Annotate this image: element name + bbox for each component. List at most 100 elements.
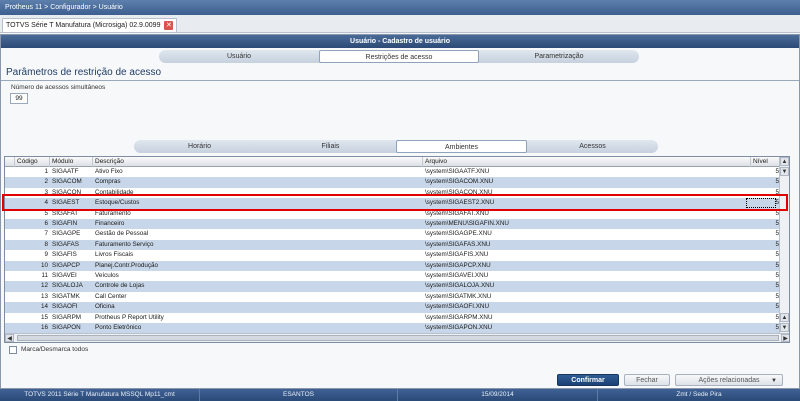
tab-horario[interactable]: Horário	[134, 140, 265, 153]
toggle-all-checkbox[interactable]	[9, 346, 17, 354]
table-row[interactable]: 13 SIGATMK Call Center \system\SIGATMK.XNU 5	[5, 291, 781, 303]
table-row[interactable]: 6 SIGAFIN Financeiro \system\MENU\SIGAFIN.X…	[5, 219, 781, 230]
table-row[interactable]: 15 SIGARPM Protheus P Report Utility \syste…	[5, 312, 781, 323]
header-descricao[interactable]: Descrição	[93, 157, 423, 167]
cell-arquivo[interactable]: \system\SIGAFIS.XNU	[423, 250, 751, 260]
cell-modulo[interactable]: SIGAFIS	[50, 250, 93, 260]
cell-modulo[interactable]: SIGAOFI	[50, 302, 93, 312]
cell-descricao[interactable]: Gestão de Pessoal	[93, 229, 423, 239]
table-row[interactable]: 1 SIGAATF Ativo Fixo \system\SIGAATF.XNU 5	[5, 167, 781, 178]
cell-arquivo[interactable]: \system\SIGALOJA.XNU	[423, 281, 751, 291]
cell-codigo[interactable]: 1	[15, 167, 50, 177]
cell-codigo[interactable]: 6	[15, 219, 50, 229]
table-row[interactable]: 9 SIGAFIS Livros Fiscais \system\SIGAFIS.XN…	[5, 250, 781, 261]
cell-arquivo[interactable]: \system\SIGATMK.XNU	[423, 292, 751, 302]
header-codigo[interactable]: Código	[15, 157, 50, 167]
cell-arquivo[interactable]: \system\SIGAGPE.XNU	[423, 229, 751, 239]
cell-nivel[interactable]: 5	[751, 219, 781, 229]
scroll-down-icon[interactable]: ▼	[780, 167, 789, 176]
cell-codigo[interactable]: 8	[15, 240, 50, 250]
cell-modulo[interactable]: SIGATMK	[50, 292, 93, 302]
scroll-thumb[interactable]	[17, 335, 779, 341]
vertical-scrollbar[interactable]: ▲ ▼ ▲ ▼	[779, 157, 789, 334]
tab-filiais[interactable]: Filiais	[265, 140, 396, 153]
scroll-left-icon[interactable]: ◀	[5, 334, 14, 342]
header-nivel[interactable]: Nível	[751, 157, 781, 167]
related-actions-button[interactable]: Ações relacionadas ▼	[675, 374, 783, 386]
cell-arquivo[interactable]: \system\SIGAFAS.XNU	[423, 240, 751, 250]
cell-nivel[interactable]: 5	[751, 292, 781, 302]
scroll-down-icon[interactable]: ▼	[780, 323, 789, 332]
table-row[interactable]: 2 SIGACOM Compras \system\SIGACOM.XNU 5	[5, 177, 781, 188]
scroll-up-icon[interactable]: ▲	[780, 157, 789, 166]
cell-nivel[interactable]: 5	[751, 177, 781, 187]
simultaneous-access-input[interactable]: 99	[10, 93, 28, 104]
table-row[interactable]: 7 SIGAGPE Gestão de Pessoal \system\SIGAGPE…	[5, 229, 781, 240]
tab-restricoes-de-acesso[interactable]: Restrições de acesso	[319, 50, 479, 63]
cell-arquivo[interactable]: \system\SIGAOFI.XNU	[423, 302, 751, 312]
cell-modulo[interactable]: SIGARPM	[50, 313, 93, 323]
tab-usuario[interactable]: Usuário	[159, 50, 319, 63]
cell-nivel[interactable]: 5	[751, 313, 781, 323]
table-row[interactable]: 8 SIGAFAS Faturamento Serviço \system\SIGAF…	[5, 239, 781, 251]
tab-acessos[interactable]: Acessos	[527, 140, 658, 153]
table-row[interactable]: 12 SIGALOJA Controle de Lojas \system\SIGAL…	[5, 281, 781, 292]
cell-modulo[interactable]: SIGAATF	[50, 167, 93, 177]
table-row[interactable]: 16 SIGAPON Ponto Eletrônico \system\SIGAPON…	[5, 323, 781, 334]
header-modulo[interactable]: Módulo	[50, 157, 93, 167]
cell-modulo[interactable]: SIGAPCP	[50, 261, 93, 271]
close-icon[interactable]: ✕	[164, 20, 174, 30]
header-arquivo[interactable]: Arquivo	[423, 157, 751, 167]
cell-nivel[interactable]: 5	[751, 261, 781, 271]
cell-modulo[interactable]: SIGAFAS	[50, 240, 93, 250]
cell-modulo[interactable]: SIGAFIN	[50, 219, 93, 229]
document-tab[interactable]: TOTVS Série T Manufatura (Microsiga) 02.…	[2, 18, 178, 32]
cell-codigo[interactable]: 7	[15, 229, 50, 239]
cell-modulo[interactable]: SIGALOJA	[50, 281, 93, 291]
table-row[interactable]: 14 SIGAOFI Oficina \system\SIGAOFI.XNU 5	[5, 302, 781, 313]
cell-arquivo[interactable]: \system\SIGACOM.XNU	[423, 177, 751, 187]
cell-nivel[interactable]: 5	[751, 167, 781, 177]
cell-descricao[interactable]: Call Center	[93, 292, 423, 302]
confirm-button[interactable]: Confirmar	[557, 374, 619, 386]
cell-nivel[interactable]: 5	[751, 302, 781, 312]
cell-codigo[interactable]: 13	[15, 292, 50, 302]
cell-nivel[interactable]: 5	[751, 323, 781, 333]
cell-arquivo[interactable]: \system\MENU\SIGAFIN.XNU	[423, 219, 751, 229]
table-row[interactable]: 10 SIGAPCP Planej.Contr.Produção \system\SI…	[5, 260, 781, 271]
cell-descricao[interactable]: Compras	[93, 177, 423, 187]
cell-modulo[interactable]: SIGAVEI	[50, 271, 93, 281]
cell-descricao[interactable]: Financeiro	[93, 219, 423, 229]
cell-nivel[interactable]: 5	[751, 240, 781, 250]
cell-arquivo[interactable]: \system\SIGAATF.XNU	[423, 167, 751, 177]
cell-descricao[interactable]: Planej.Contr.Produção	[93, 261, 423, 271]
cell-arquivo[interactable]: \system\SIGARPM.XNU	[423, 313, 751, 323]
cell-nivel[interactable]: 5	[751, 281, 781, 291]
cell-descricao[interactable]: Veículos	[93, 271, 423, 281]
cell-codigo[interactable]: 12	[15, 281, 50, 291]
cell-modulo[interactable]: SIGAGPE	[50, 229, 93, 239]
cell-descricao[interactable]: Oficina	[93, 302, 423, 312]
cell-descricao[interactable]: Livros Fiscais	[93, 250, 423, 260]
cell-codigo[interactable]: 2	[15, 177, 50, 187]
environments-grid[interactable]: Código Módulo Descrição Arquivo Nível 1S…	[4, 156, 790, 343]
cell-codigo[interactable]: 14	[15, 302, 50, 312]
cell-descricao[interactable]: Faturamento Serviço	[93, 240, 423, 250]
close-button[interactable]: Fechar	[624, 374, 670, 386]
cell-descricao[interactable]: Ativo Fixo	[93, 167, 423, 177]
cell-descricao[interactable]: Ponto Eletrônico	[93, 323, 423, 333]
cell-codigo[interactable]: 11	[15, 271, 50, 281]
cell-codigo[interactable]: 16	[15, 323, 50, 333]
cell-codigo[interactable]: 10	[15, 261, 50, 271]
cell-codigo[interactable]: 15	[15, 313, 50, 323]
cell-arquivo[interactable]: \system\SIGAPON.XNU	[423, 323, 751, 333]
tab-ambientes[interactable]: Ambientes	[396, 140, 527, 153]
cell-nivel[interactable]: 5	[751, 271, 781, 281]
header-select[interactable]	[5, 157, 15, 167]
cell-arquivo[interactable]: \system\SIGAVEI.XNU	[423, 271, 751, 281]
cell-arquivo[interactable]: \system\SIGAPCP.XNU	[423, 261, 751, 271]
cell-codigo[interactable]: 9	[15, 250, 50, 260]
cell-modulo[interactable]: SIGAPON	[50, 323, 93, 333]
scroll-right-icon[interactable]: ▶	[781, 334, 789, 342]
tab-parametrizacao[interactable]: Parametrização	[479, 50, 639, 63]
